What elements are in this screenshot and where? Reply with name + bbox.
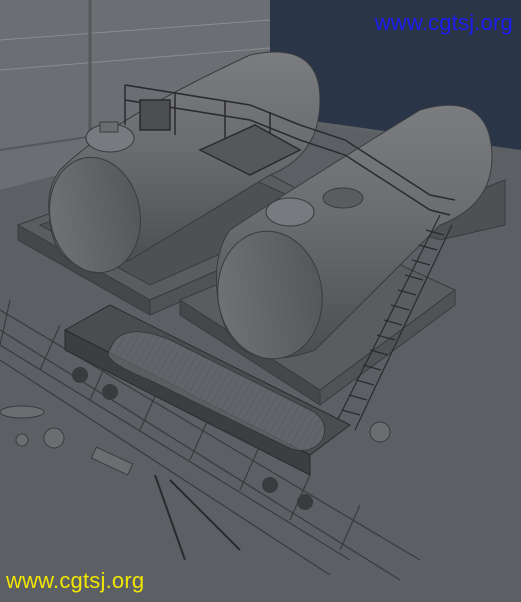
3d-scene-render[interactable]	[0, 0, 521, 602]
watermark-top: www.cgtsj.org	[374, 10, 513, 35]
watermark-bottom: www.cgtsj.org	[6, 568, 145, 593]
maya-viewport[interactable]: www.cgtsj.org www.cgtsj.org	[0, 0, 521, 602]
